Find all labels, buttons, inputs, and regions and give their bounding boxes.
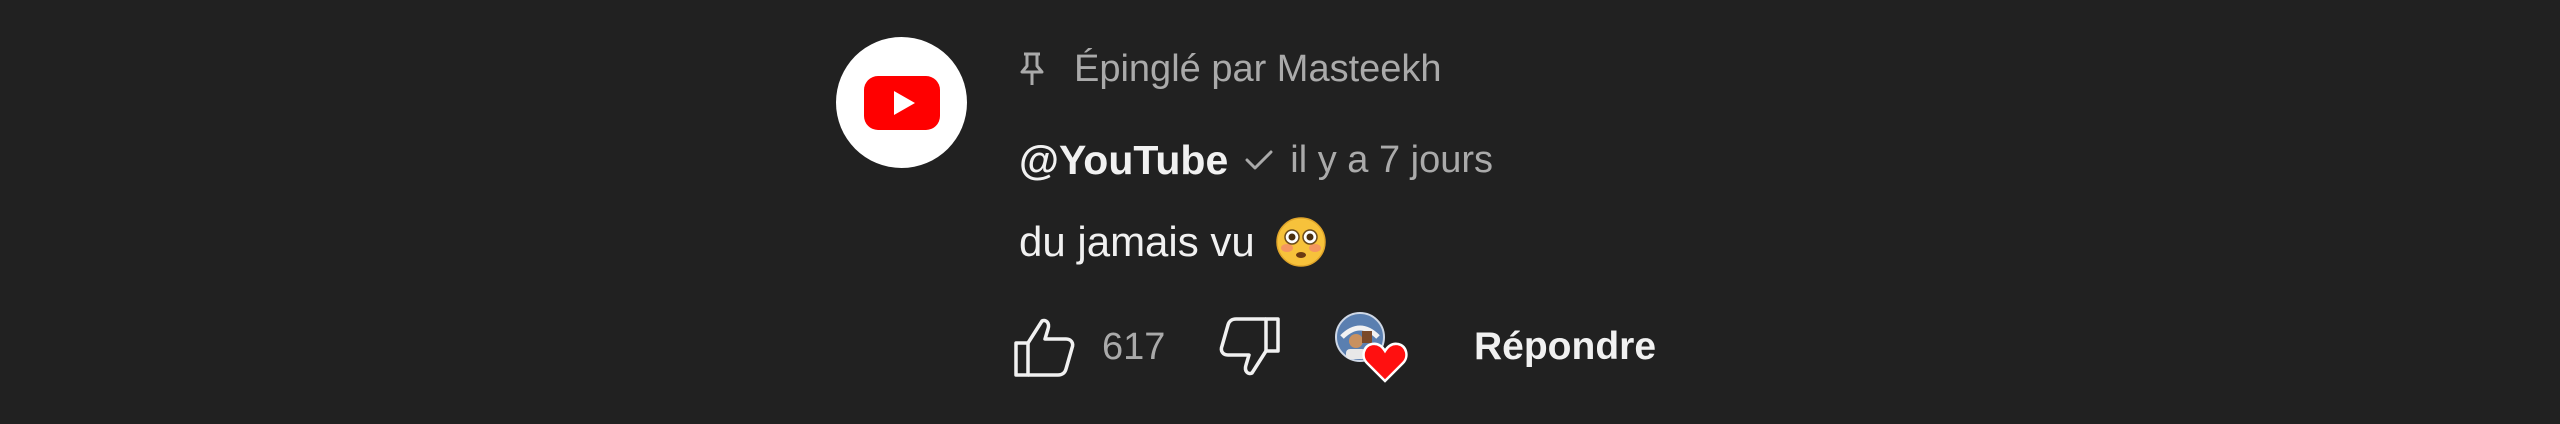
like-button[interactable] xyxy=(1012,312,1080,382)
pin-icon xyxy=(1019,49,1049,89)
comment-timestamp[interactable]: il y a 7 jours xyxy=(1290,139,1493,182)
thumbs-up-icon xyxy=(1014,318,1075,377)
comment-body: du jamais vu xyxy=(1019,209,1327,275)
youtube-logo-icon xyxy=(863,75,940,130)
pinned-indicator: Épinglé par Masteekh xyxy=(1019,44,1442,94)
creator-heart-badge xyxy=(1332,307,1412,387)
pinned-label: Épinglé par Masteekh xyxy=(1074,47,1442,90)
checkmark-icon xyxy=(1244,143,1278,177)
thumbs-down-icon xyxy=(1219,317,1280,376)
comment-header: @YouTube il y a 7 jours xyxy=(1019,130,1493,190)
pinned-comment: Épinglé par Masteekh @YouTube il y a 7 j… xyxy=(836,37,1836,397)
flushed-face-emoji-icon xyxy=(1275,216,1327,268)
author-avatar[interactable] xyxy=(836,37,967,168)
dislike-button[interactable] xyxy=(1218,312,1286,382)
like-count: 617 xyxy=(1102,325,1166,368)
author-name[interactable]: @YouTube xyxy=(1019,137,1228,184)
creator-heart-icon xyxy=(1362,342,1408,383)
comment-text: du jamais vu xyxy=(1019,218,1255,265)
reply-button[interactable]: Répondre xyxy=(1474,315,1656,379)
comment-actions: 617 Répondre xyxy=(1012,307,1656,387)
